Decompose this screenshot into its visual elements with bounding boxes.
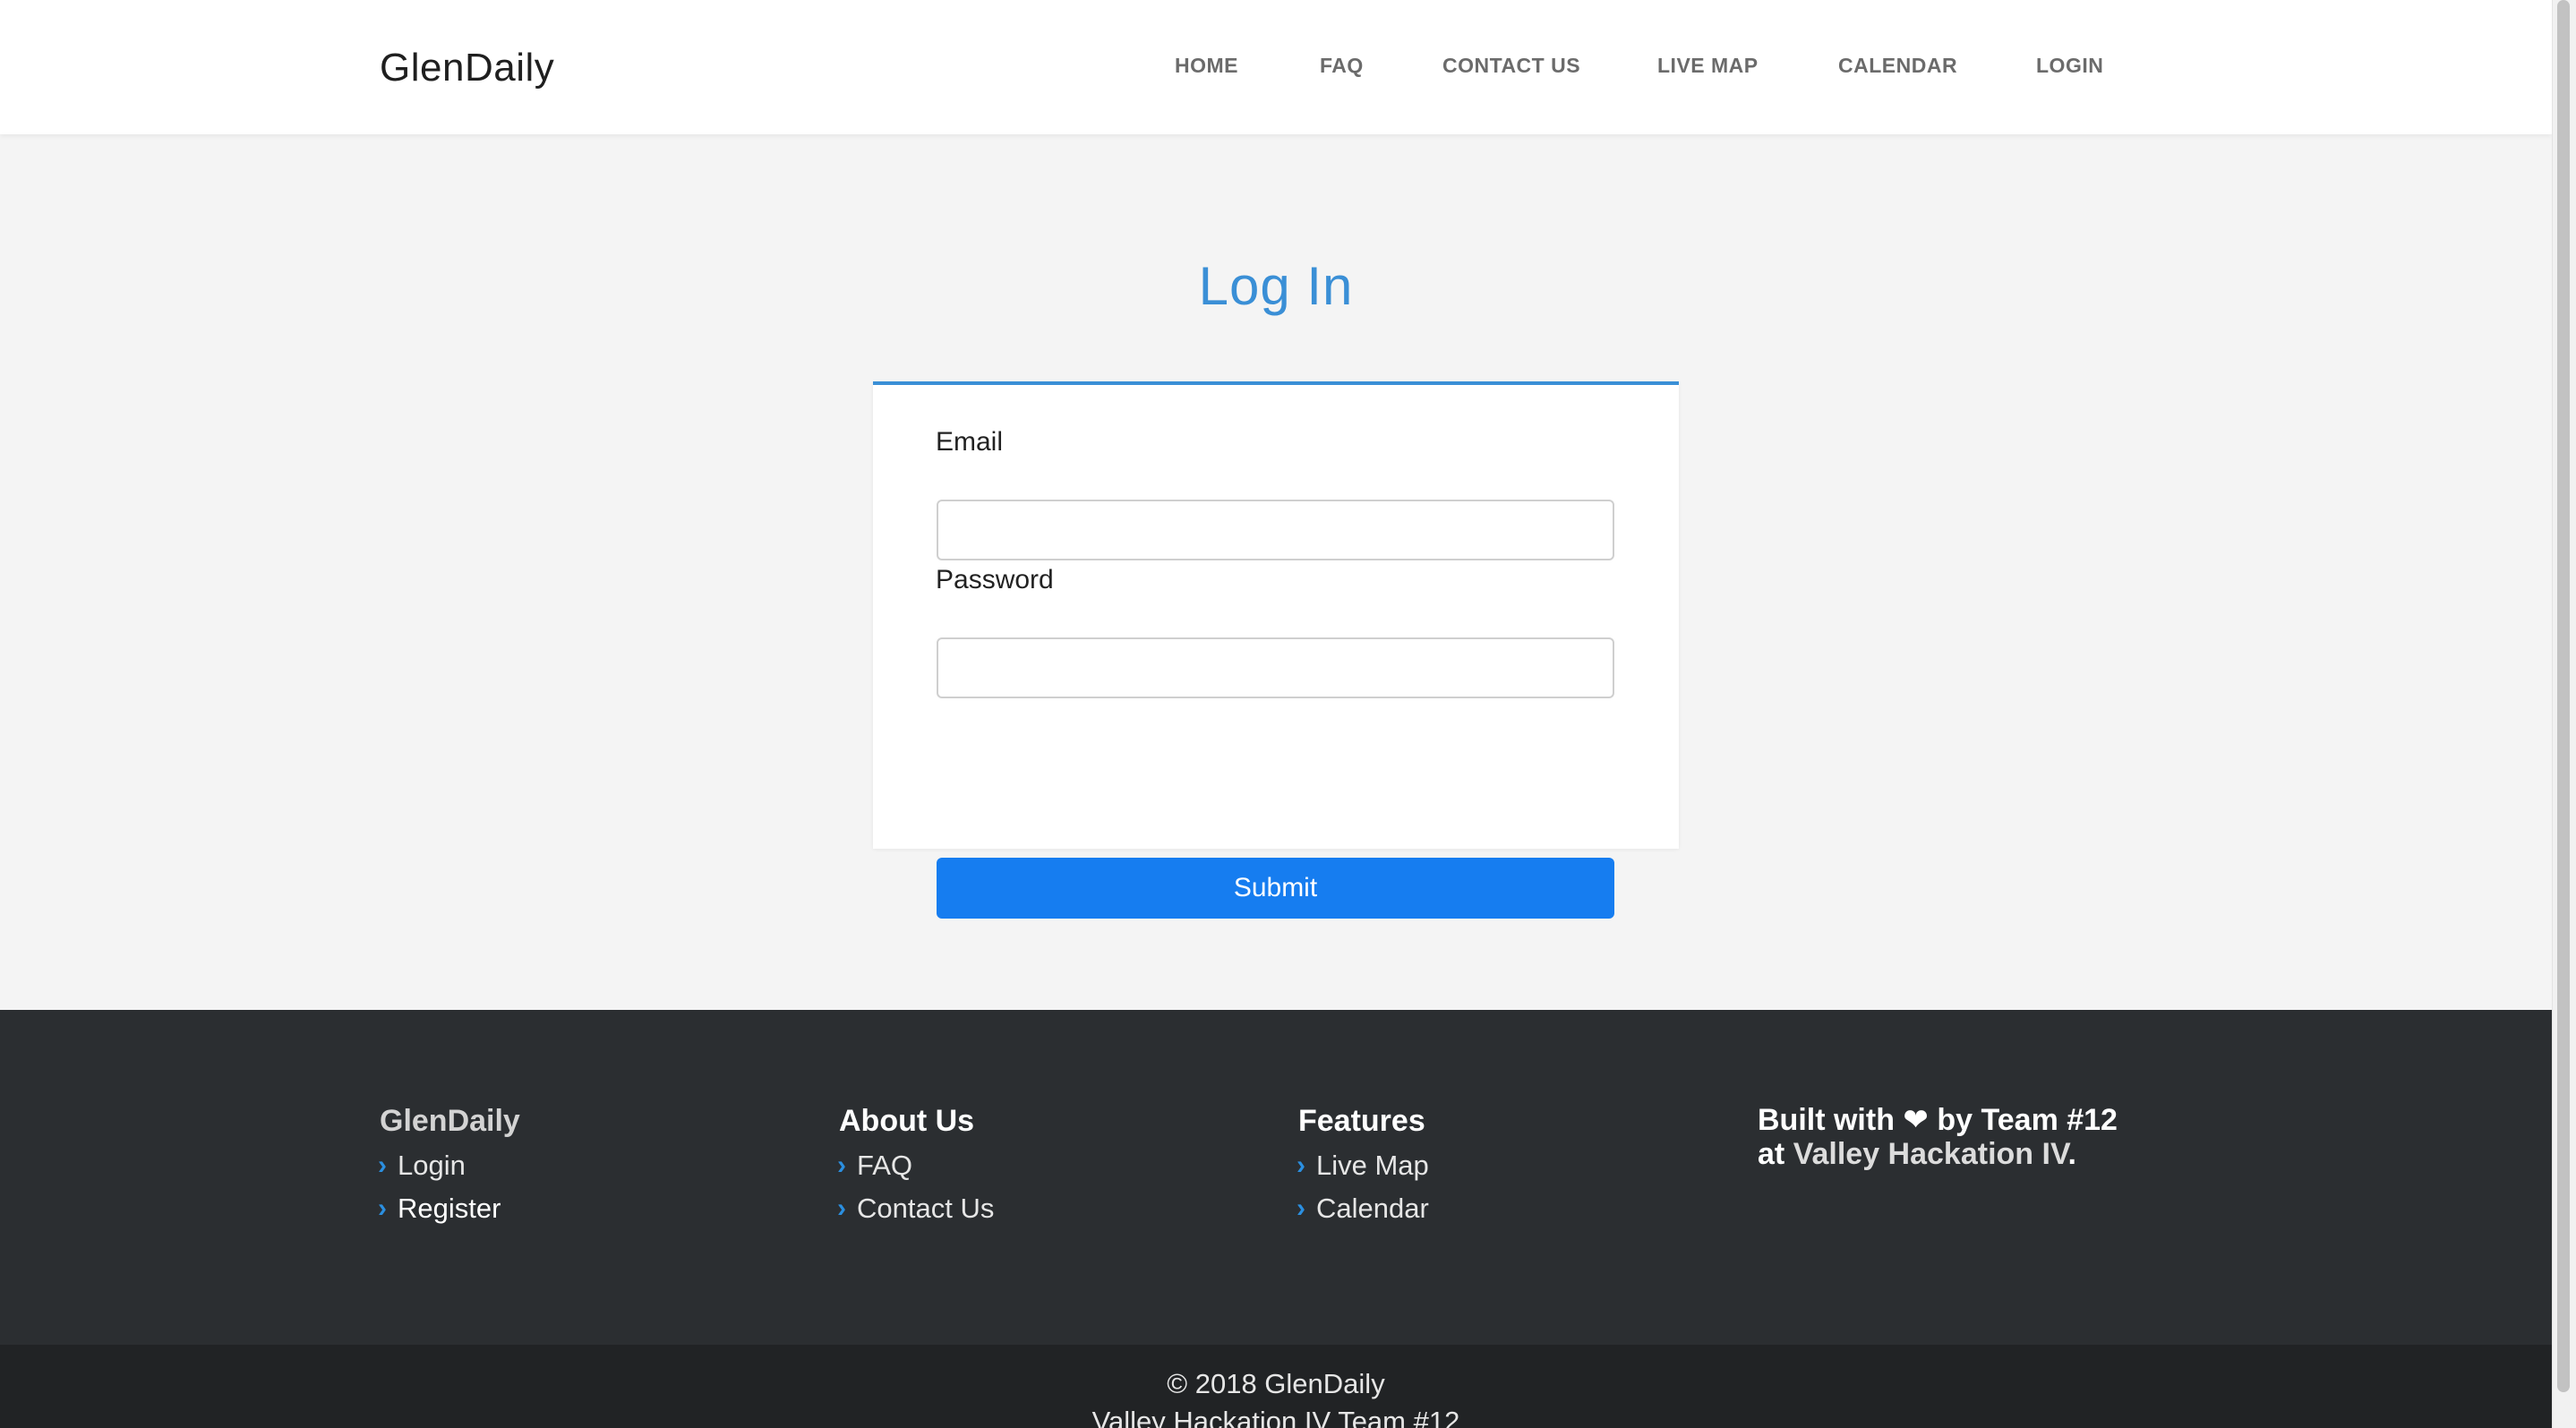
footer-col-features: Features › Live Map › Calendar [1297, 1103, 1429, 1230]
chevron-right-icon: › [1297, 1193, 1305, 1223]
main-nav: HOME FAQ CONTACT US LIVE MAP CALENDAR LO… [0, 52, 2552, 79]
footer-link-label: Register [398, 1193, 501, 1224]
login-form: Email Password Submit [873, 381, 1679, 919]
heart-icon: ❤ [1903, 1103, 1929, 1137]
footer-link-live-map[interactable]: › Live Map [1297, 1144, 1429, 1187]
nav-contact-us[interactable]: CONTACT US [1442, 52, 1580, 79]
nav-login[interactable]: LOGIN [2036, 52, 2103, 79]
footer-link-calendar[interactable]: › Calendar [1297, 1187, 1429, 1230]
footer-heading-features: Features [1298, 1104, 1425, 1138]
footer-link-label: FAQ [857, 1150, 913, 1181]
password-label: Password [936, 565, 1054, 594]
email-label: Email [936, 427, 1004, 457]
built-line-1: Built with ❤ by Team #12 [1758, 1103, 2118, 1137]
site-header: GlenDaily HOME FAQ CONTACT US LIVE MAP C… [0, 0, 2552, 134]
built-team: by Team #12 [1937, 1103, 2118, 1137]
built-line-2: at Valley Hackation IV. [1758, 1137, 2118, 1171]
page: GlenDaily HOME FAQ CONTACT US LIVE MAP C… [0, 0, 2552, 1428]
team-credit-text: Valley Hackation IV Team #12 [1091, 1406, 1460, 1428]
page-title: Log In [1198, 256, 1354, 316]
footer-link-label: Live Map [1316, 1150, 1429, 1181]
chevron-right-icon: › [837, 1150, 846, 1180]
footer-col-about: About Us › FAQ › Contact Us [837, 1103, 995, 1230]
email-field[interactable] [937, 500, 1614, 560]
built-with-credit: Built with ❤ by Team #12 at Valley Hacka… [1758, 1103, 2118, 1171]
footer-heading-glendaily: GlenDaily [380, 1104, 520, 1138]
chevron-right-icon: › [837, 1193, 846, 1223]
site-footer: GlenDaily › Login › Register About Us › … [0, 1010, 2552, 1345]
footer-heading-about: About Us [839, 1104, 975, 1138]
copyright-text: © 2018 GlenDaily [1167, 1368, 1385, 1399]
submit-button[interactable]: Submit [937, 858, 1614, 919]
nav-faq[interactable]: FAQ [1320, 52, 1364, 79]
password-field[interactable] [937, 637, 1614, 698]
chevron-right-icon: › [378, 1193, 387, 1223]
footer-link-label: Login [398, 1150, 466, 1181]
footer-link-contact-us[interactable]: › Contact Us [837, 1187, 995, 1230]
chevron-right-icon: › [1297, 1150, 1305, 1180]
footer-link-faq[interactable]: › FAQ [837, 1144, 994, 1187]
footer-link-label: Contact Us [857, 1193, 995, 1224]
main-content: Log In Email Password Submit [0, 134, 2552, 1010]
footer-link-login[interactable]: › Login [378, 1144, 520, 1187]
chevron-right-icon: › [378, 1150, 387, 1180]
built-period: . [2067, 1137, 2076, 1171]
footer-col-glendaily: GlenDaily › Login › Register [378, 1103, 520, 1230]
footer-link-label: Calendar [1316, 1193, 1429, 1224]
nav-home[interactable]: HOME [1175, 52, 1238, 79]
copyright-bar: © 2018 GlenDaily Valley Hackation IV Tea… [0, 1345, 2552, 1428]
footer-link-register[interactable]: › Register [378, 1187, 520, 1230]
nav-calendar[interactable]: CALENDAR [1838, 52, 1957, 79]
hackathon-link[interactable]: Valley Hackation IV [1793, 1137, 2068, 1171]
built-prefix: Built with [1758, 1103, 1895, 1137]
built-at: at [1758, 1137, 1785, 1171]
nav-live-map[interactable]: LIVE MAP [1657, 52, 1759, 79]
scrollbar-thumb[interactable] [2557, 0, 2570, 1392]
